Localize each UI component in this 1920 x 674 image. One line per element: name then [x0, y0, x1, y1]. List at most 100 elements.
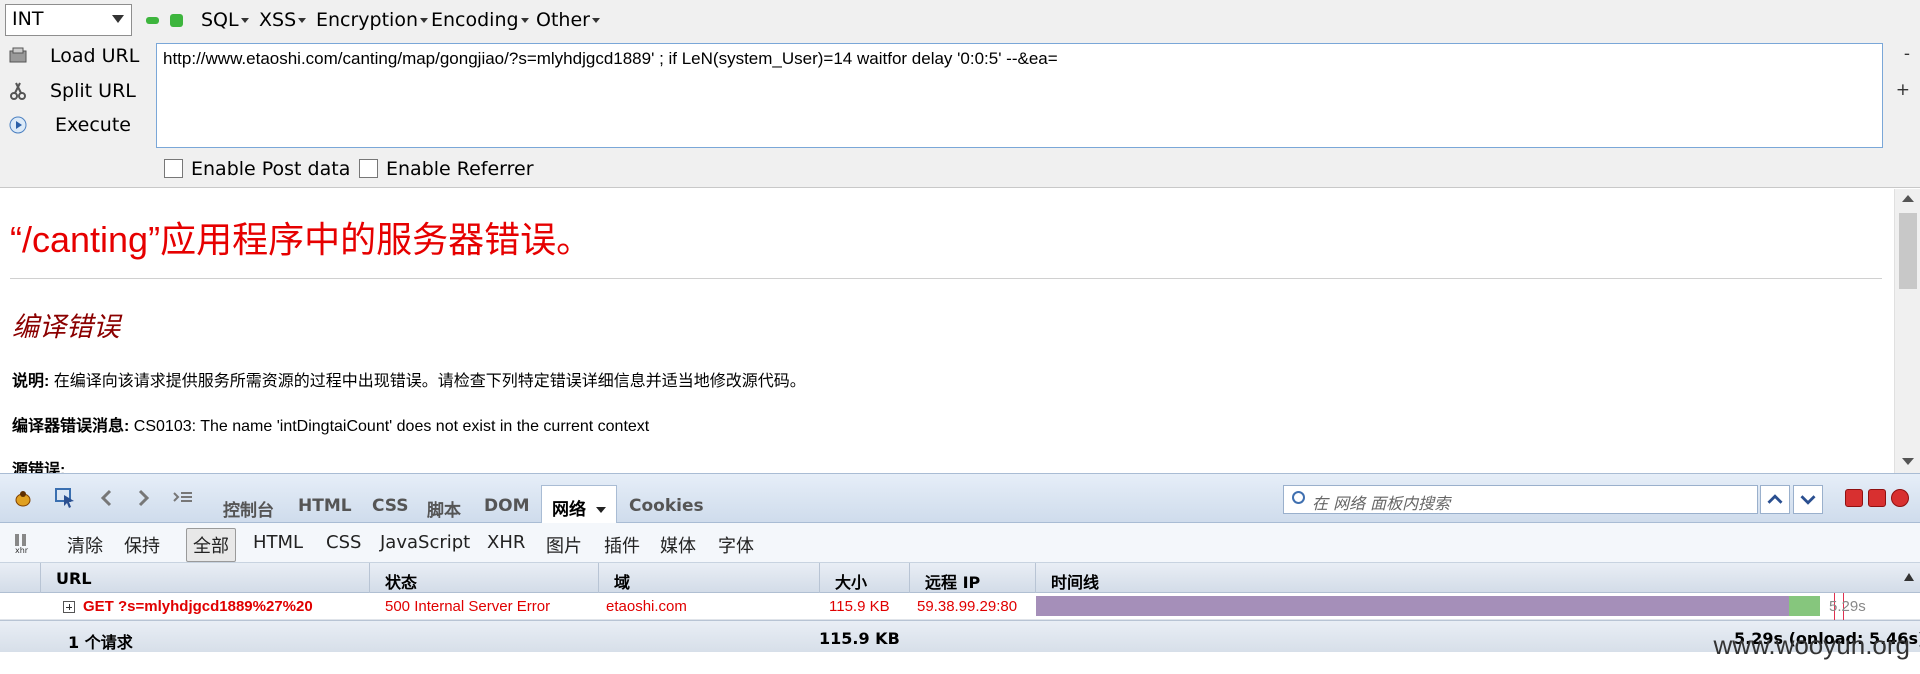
- total-size: 115.9 KB: [819, 629, 900, 648]
- scroll-down-icon[interactable]: [1902, 458, 1914, 465]
- watermark: www.wooyun.org: [1713, 630, 1910, 660]
- svg-text:xhr: xhr: [15, 546, 29, 554]
- menu-encoding-label: Encoding: [431, 9, 519, 31]
- net-filter-bar: xhr 清除 保持 全部 HTML CSS JavaScript XHR 图片 …: [0, 523, 1920, 563]
- back-arrow-icon[interactable]: [96, 487, 118, 509]
- timeline-receiving-bar[interactable]: [1789, 596, 1820, 616]
- filter-html[interactable]: HTML: [253, 532, 303, 553]
- split-url-button[interactable]: Split URL: [0, 76, 150, 108]
- chevron-up-icon: [1767, 494, 1783, 504]
- encoding-select[interactable]: INT: [5, 4, 132, 36]
- column-remote-ip[interactable]: 远程 IP: [925, 569, 980, 593]
- hackbar-panel: INT SQL XSS Encryption Encoding Other Lo…: [0, 0, 1920, 188]
- menu-encryption-label: Encryption: [316, 9, 419, 31]
- menu-xss-label: XSS: [259, 9, 297, 31]
- divider: [10, 278, 1882, 279]
- error-heading: 编译错误: [12, 312, 120, 343]
- menu-other-label: Other: [536, 9, 590, 31]
- checkbox-box[interactable]: [359, 159, 378, 178]
- filter-css[interactable]: CSS: [326, 532, 361, 553]
- column-separator[interactable]: [598, 563, 599, 593]
- page-title: “/canting”应用程序中的服务器错误。: [10, 219, 593, 260]
- menu-sql[interactable]: SQL: [201, 9, 249, 31]
- close-icon[interactable]: [1891, 489, 1909, 507]
- sort-up-icon[interactable]: [1904, 573, 1914, 581]
- execute-button[interactable]: Execute: [0, 110, 150, 142]
- column-separator[interactable]: [819, 563, 820, 593]
- net-table-header: URL 状态 域 大小 远程 IP 时间线: [0, 563, 1920, 593]
- chevron-down-icon: [595, 507, 606, 513]
- expand-button[interactable]: +: [1896, 80, 1910, 100]
- tab-script[interactable]: 脚本: [427, 496, 461, 521]
- chevron-down-icon: [298, 18, 307, 23]
- menu-sql-label: SQL: [201, 9, 239, 31]
- url-textarea[interactable]: http://www.etaoshi.com/canting/map/gongj…: [156, 43, 1883, 148]
- forward-arrow-icon[interactable]: [132, 487, 154, 509]
- tab-css[interactable]: CSS: [372, 496, 409, 516]
- persist-button[interactable]: 保持: [124, 532, 160, 558]
- checkbox-box[interactable]: [164, 159, 183, 178]
- tab-dom[interactable]: DOM: [484, 496, 529, 516]
- menu-encoding[interactable]: Encoding: [431, 9, 529, 31]
- shrink-button[interactable]: -: [1904, 44, 1910, 64]
- compiler-error-paragraph: 编译器错误消息: CS0103: The name 'intDingtaiCou…: [12, 412, 649, 436]
- search-icon: [1292, 491, 1305, 504]
- filter-all[interactable]: 全部: [186, 528, 236, 562]
- tab-cookies[interactable]: Cookies: [629, 496, 704, 516]
- firebug-icon[interactable]: [12, 487, 34, 509]
- minus-icon[interactable]: [146, 17, 159, 24]
- detach-window-icon[interactable]: [1868, 489, 1886, 507]
- tab-console[interactable]: 控制台: [223, 496, 274, 521]
- column-timeline[interactable]: 时间线: [1051, 569, 1099, 593]
- load-url-button[interactable]: Load URL: [0, 41, 150, 73]
- filter-javascript[interactable]: JavaScript: [380, 532, 470, 553]
- search-prev-button[interactable]: [1760, 485, 1790, 514]
- timeline-waiting-bar[interactable]: [1036, 596, 1789, 616]
- column-separator[interactable]: [40, 563, 41, 593]
- column-url[interactable]: URL: [56, 569, 92, 588]
- chevron-down-icon: [420, 18, 429, 23]
- minimize-icon[interactable]: [1845, 489, 1863, 507]
- search-placeholder: 在 网络 面板内搜索: [1312, 494, 1451, 513]
- filter-images[interactable]: 图片: [546, 532, 582, 558]
- column-separator[interactable]: [909, 563, 910, 593]
- column-separator[interactable]: [1035, 563, 1036, 593]
- chevron-down-icon: [112, 15, 124, 23]
- search-next-button[interactable]: [1793, 485, 1823, 514]
- enable-post-checkbox[interactable]: Enable Post data: [164, 158, 350, 180]
- scroll-up-icon[interactable]: [1902, 195, 1914, 202]
- scroll-thumb[interactable]: [1899, 213, 1917, 289]
- chevron-down-icon: [520, 18, 529, 23]
- menu-xss[interactable]: XSS: [259, 9, 307, 31]
- enable-referrer-checkbox[interactable]: Enable Referrer: [359, 158, 534, 180]
- tab-html[interactable]: HTML: [298, 496, 352, 516]
- menu-encryption[interactable]: Encryption: [316, 9, 429, 31]
- compiler-error-text: CS0103: The name 'intDingtaiCount' does …: [133, 418, 650, 435]
- expand-icon[interactable]: [63, 601, 75, 613]
- column-size[interactable]: 大小: [835, 569, 867, 593]
- clear-button[interactable]: 清除: [67, 532, 103, 558]
- column-separator[interactable]: [369, 563, 370, 593]
- net-search-input[interactable]: 在 网络 面板内搜索: [1283, 485, 1758, 514]
- chevron-down-icon: [1800, 495, 1816, 505]
- inspect-icon[interactable]: [54, 487, 76, 509]
- plus-icon[interactable]: [170, 14, 183, 27]
- chevron-down-icon: [591, 18, 600, 23]
- filter-plugins[interactable]: 插件: [604, 532, 640, 558]
- request-url[interactable]: GET ?s=mlyhdjgcd1889%27%20: [83, 598, 358, 615]
- request-domain: etaoshi.com: [606, 598, 687, 615]
- command-line-icon[interactable]: [172, 487, 194, 509]
- column-status[interactable]: 状态: [385, 569, 417, 593]
- description-text: 在编译向该请求提供服务所需资源的过程中出现错误。请检查下列特定错误详细信息并适当…: [53, 373, 806, 390]
- page-scrollbar[interactable]: [1894, 189, 1920, 473]
- encoding-select-value: INT: [12, 8, 44, 30]
- filter-xhr[interactable]: XHR: [487, 532, 525, 553]
- request-status: 500 Internal Server Error: [385, 598, 551, 615]
- table-row[interactable]: GET ?s=mlyhdjgcd1889%27%20 500 Internal …: [0, 593, 1920, 620]
- filter-fonts[interactable]: 字体: [718, 532, 754, 558]
- menu-other[interactable]: Other: [536, 9, 600, 31]
- tab-net[interactable]: 网络: [541, 485, 617, 524]
- filter-media[interactable]: 媒体: [660, 532, 696, 558]
- column-domain[interactable]: 域: [614, 569, 630, 593]
- xhr-pause-icon[interactable]: xhr: [12, 532, 36, 554]
